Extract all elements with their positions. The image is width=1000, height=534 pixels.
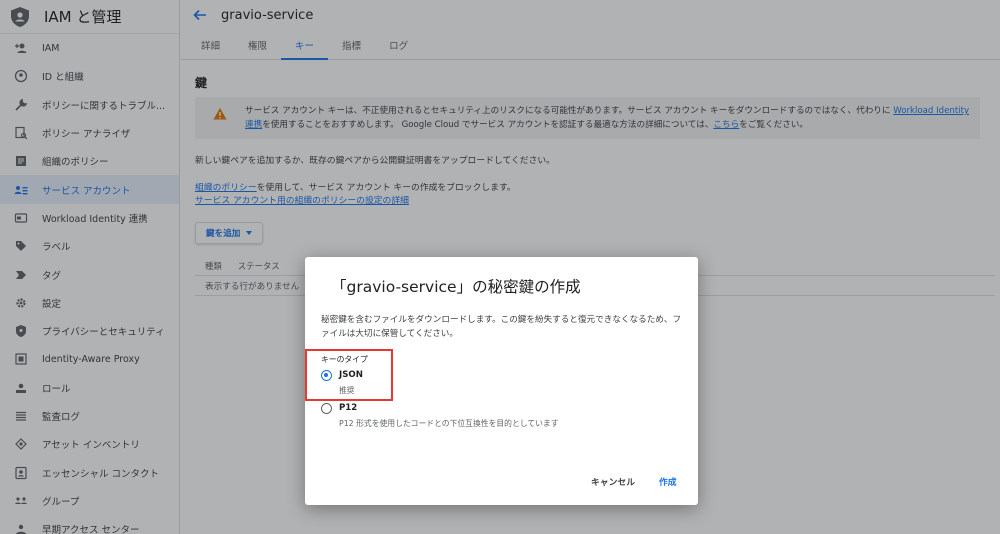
dialog-title: 「gravio-service」の秘密鍵の作成 bbox=[331, 278, 581, 296]
radio-json[interactable] bbox=[321, 370, 332, 381]
key-type-label: キーのタイプ bbox=[321, 355, 368, 364]
create-private-key-dialog: 「gravio-service」の秘密鍵の作成 秘密鍵を含むファイルをダウンロー… bbox=[305, 257, 698, 505]
option-p12-sub: P12 形式を使用したコードとの下位互換性を目的としています bbox=[339, 419, 559, 428]
option-json-label: JSON bbox=[339, 370, 363, 380]
dialog-description: 秘密鍵を含むファイルをダウンロードします。この鍵を紛失すると復元できなくなるため… bbox=[321, 315, 682, 339]
radio-p12[interactable] bbox=[321, 403, 332, 414]
option-json-sub: 推奨 bbox=[339, 386, 355, 395]
cancel-button[interactable]: キャンセル bbox=[591, 475, 635, 488]
option-p12-label: P12 bbox=[339, 403, 358, 413]
create-button[interactable]: 作成 bbox=[659, 475, 677, 488]
